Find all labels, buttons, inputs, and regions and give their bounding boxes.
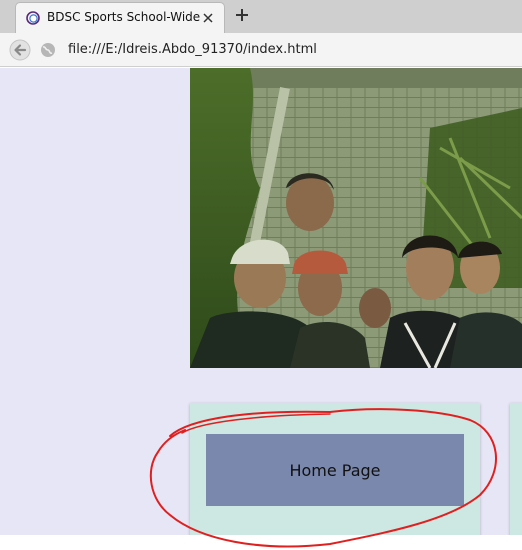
address-bar[interactable]: file:///E:/Idreis.Abdo_91370/index.html [68,42,317,57]
navigation-bar: file:///E:/Idreis.Abdo_91370/index.html [0,33,522,67]
back-arrow-icon[interactable] [9,39,31,61]
tab-strip: BDSC Sports School-Wide [0,0,522,33]
home-page-button[interactable]: Home Page [206,434,464,506]
hero-image [190,68,522,368]
page-viewport: Home Page [0,68,522,535]
browser-favicon [26,11,40,25]
tab-title: BDSC Sports School-Wide [47,10,201,24]
navigation-card: Home Page [190,403,480,535]
browser-tab[interactable]: BDSC Sports School-Wide [15,2,225,33]
globe-icon[interactable] [40,42,56,58]
plus-icon[interactable] [234,7,250,23]
page-bottom-edge [0,535,522,550]
navigation-card-next [510,403,522,535]
close-icon[interactable] [202,12,214,24]
